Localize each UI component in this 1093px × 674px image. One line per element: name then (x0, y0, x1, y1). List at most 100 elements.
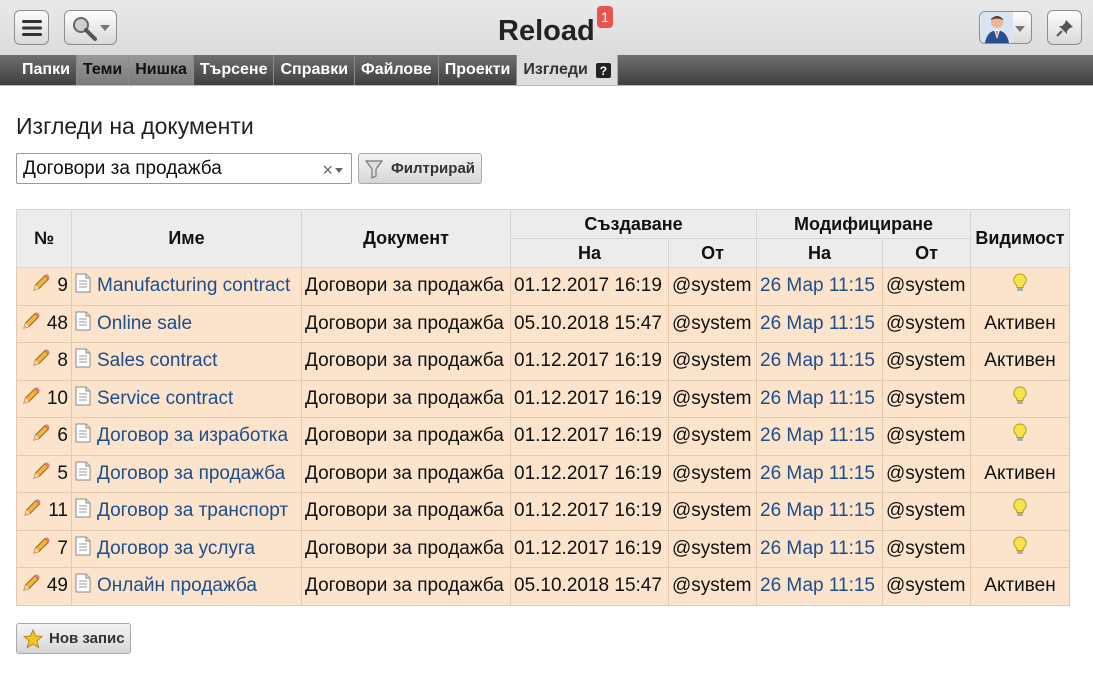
row-visibility (970, 417, 1070, 456)
visibility-status: Активен (984, 462, 1056, 484)
view-name-link[interactable]: Manufacturing contract (97, 275, 290, 296)
pencil-icon[interactable] (31, 461, 51, 487)
row-created-by: @system (668, 529, 757, 568)
pencil-icon[interactable] (21, 311, 41, 337)
view-name-link[interactable]: Онлайн продажба (97, 575, 257, 596)
col-visibility[interactable]: Видимост (970, 209, 1070, 268)
pencil-icon[interactable] (31, 423, 51, 449)
table-body: 9 Manufacturing contract Договори за прода… (16, 267, 1070, 606)
col-num[interactable]: № (16, 209, 72, 268)
row-modified-by: @system (882, 567, 971, 606)
row-visibility (970, 529, 1070, 568)
row-document: Договори за продажба (301, 454, 511, 493)
document-icon (75, 311, 91, 337)
row-created-on: 01.12.2017 16:19 (510, 529, 669, 568)
filter-button[interactable]: Филтрирай (358, 153, 482, 184)
row-created-by: @system (668, 454, 757, 493)
table-row[interactable]: 9 Manufacturing contract Договори за прода… (16, 267, 1070, 306)
nav-files[interactable]: Файлове (355, 55, 439, 85)
pencil-icon[interactable] (31, 273, 51, 299)
table-row[interactable]: 5 Договор за продажба Договори за продажба… (16, 454, 1070, 493)
col-name[interactable]: Име (71, 209, 302, 268)
pencil-icon[interactable] (21, 386, 41, 412)
table-row[interactable]: 48 Online sale Договори за продажба 05.10.2… (16, 304, 1070, 343)
col-document[interactable]: Документ (301, 209, 511, 268)
pencil-icon[interactable] (31, 348, 51, 374)
table-row[interactable]: 8 Sales contract Договори за продажба 01.12… (16, 342, 1070, 381)
visibility-status: Активен (984, 575, 1056, 597)
row-number: 9 (57, 275, 68, 297)
row-modified-on: 26 Мар 11:15 (756, 529, 883, 568)
visibility-status: Активен (984, 312, 1056, 334)
question-icon[interactable]: ? (595, 63, 611, 78)
document-icon (75, 273, 91, 299)
clear-icon[interactable]: × (322, 160, 333, 181)
page-title: Изгледи на документи (16, 113, 254, 139)
magnifier-icon (73, 16, 97, 41)
user-menu-button[interactable] (979, 11, 1032, 44)
row-created-by: @system (668, 567, 757, 606)
nav-topics[interactable]: Теми (76, 55, 130, 85)
lightbulb-icon[interactable] (1012, 498, 1028, 523)
table-row[interactable]: 7 Договор за услуга Договори за продажба 01… (16, 529, 1070, 568)
document-icon (75, 461, 91, 487)
view-name-link[interactable]: Договор за продажба (97, 463, 285, 484)
filter-button-label: Филтрирай (391, 160, 476, 177)
row-modified-on: 26 Мар 11:15 (756, 342, 883, 381)
col-modified-by[interactable]: От (882, 238, 971, 268)
row-num-cell: 11 (16, 492, 72, 531)
lightbulb-icon[interactable] (1012, 536, 1028, 561)
view-name-link[interactable]: Договор за транспорт (97, 500, 288, 521)
row-document: Договори за продажба (301, 304, 511, 343)
col-created: Създаване (510, 209, 757, 239)
row-created-by: @system (668, 492, 757, 531)
nav-reports[interactable]: Справки (274, 55, 356, 85)
nav-search[interactable]: Търсене (194, 55, 275, 85)
document-type-select[interactable]: Договори за продажба × (16, 153, 352, 184)
new-record-button[interactable]: Нов запис (16, 623, 131, 654)
new-record-label: Нов запис (49, 630, 125, 647)
chevron-down-icon[interactable] (335, 168, 343, 173)
row-modified-on: 26 Мар 11:15 (756, 567, 883, 606)
pencil-icon[interactable] (22, 498, 42, 524)
pencil-icon[interactable] (21, 573, 41, 599)
col-created-by[interactable]: От (668, 238, 757, 268)
table-row[interactable]: 6 Договор за изработка Договори за продажб… (16, 417, 1070, 456)
lightbulb-icon[interactable] (1012, 273, 1028, 298)
table-row[interactable]: 49 Онлайн продажба Договори за продажба 05.… (16, 567, 1070, 606)
row-num-cell: 5 (16, 454, 72, 493)
col-modified-on[interactable]: На (756, 238, 883, 268)
col-created-on[interactable]: На (510, 238, 669, 268)
table-row[interactable]: 10 Service contract Договори за продажба 01… (16, 379, 1070, 418)
notification-badge[interactable]: 1 (597, 6, 613, 28)
document-icon (75, 386, 91, 412)
menu-button[interactable] (14, 10, 49, 45)
view-name-link[interactable]: Online sale (97, 313, 192, 334)
row-document: Договори за продажба (301, 379, 511, 418)
row-num-cell: 7 (16, 529, 72, 568)
view-name-link[interactable]: Sales contract (97, 350, 217, 371)
view-name-link[interactable]: Договор за услуга (97, 538, 255, 559)
nav-folders[interactable]: Папки (16, 55, 77, 85)
search-button[interactable] (64, 10, 117, 45)
row-name-cell: Договор за транспорт (71, 492, 302, 531)
col-modified: Модифициране (756, 209, 971, 239)
view-name-link[interactable]: Service contract (97, 388, 233, 409)
nav-views[interactable]: Изгледи ? (517, 55, 618, 85)
pencil-icon[interactable] (31, 536, 51, 562)
view-name-link[interactable]: Договор за изработка (97, 425, 288, 446)
views-table: № Име Документ Създаване Модифициране Ви… (16, 209, 1070, 606)
row-created-on: 05.10.2018 15:47 (510, 567, 669, 606)
document-icon (75, 348, 91, 374)
table-row[interactable]: 11 Договор за транспорт Договори за продаж… (16, 492, 1070, 531)
row-modified-on: 26 Мар 11:15 (756, 417, 883, 456)
lightbulb-icon[interactable] (1012, 386, 1028, 411)
nav-thread[interactable]: Нишка (129, 55, 194, 85)
row-num-cell: 49 (16, 567, 72, 606)
row-document: Договори за продажба (301, 342, 511, 381)
lightbulb-icon[interactable] (1012, 423, 1028, 448)
nav-projects[interactable]: Проекти (439, 55, 518, 85)
pin-button[interactable] (1047, 10, 1082, 45)
row-name-cell: Договор за продажба (71, 454, 302, 493)
row-created-by: @system (668, 417, 757, 456)
